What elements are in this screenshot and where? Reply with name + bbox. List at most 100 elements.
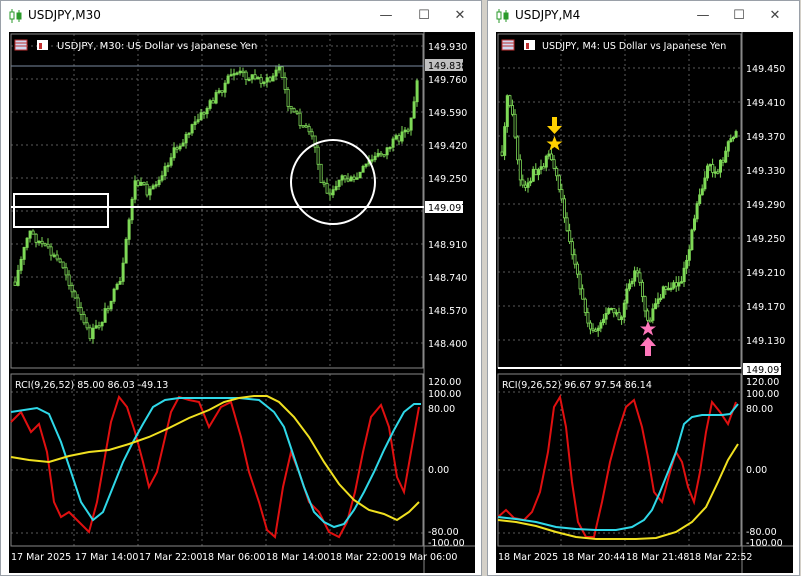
candle-body — [721, 159, 725, 163]
candle-body — [521, 179, 525, 186]
candle-body — [91, 327, 95, 340]
candle-body — [604, 313, 608, 320]
candle-body — [638, 272, 642, 283]
price-axis-label: 148.400 — [428, 339, 467, 350]
time-axis-label: 19 Mar 06:00 — [394, 552, 457, 563]
chart-canvas[interactable]: USDJPY, M4: US Dollar vs Japanese Yen 14… — [496, 32, 793, 573]
candle-body — [609, 307, 613, 311]
candle-body — [653, 303, 657, 310]
candle-body — [591, 328, 595, 331]
indicator-axis-label: 100.00 — [428, 389, 461, 400]
candle-body — [379, 152, 383, 156]
candle-body — [355, 177, 359, 180]
candle-body — [115, 283, 119, 290]
candle-body — [503, 126, 507, 156]
candle-body — [409, 117, 413, 131]
window-title: USDJPY,M4 — [515, 8, 581, 22]
candlestick-series — [500, 94, 738, 337]
candle-body — [640, 281, 644, 297]
candle-body — [352, 176, 356, 180]
candle-body — [316, 146, 320, 165]
candle-body — [570, 241, 574, 256]
chart-window-m30[interactable]: USDJPY,M30 — ☐ ✕ USDJPY, M30: US Dollar … — [0, 0, 482, 576]
candle-body — [97, 325, 101, 328]
candle-body — [711, 164, 715, 173]
candle-body — [394, 135, 398, 140]
minimize-button[interactable]: — — [373, 5, 399, 27]
close-button[interactable]: ✕ — [447, 5, 473, 27]
chart-canvas[interactable]: USDJPY, M30: US Dollar vs Japanese Yen 1… — [9, 32, 475, 573]
candle-body — [19, 258, 23, 271]
candle-body — [301, 125, 305, 128]
candle-body — [31, 230, 35, 235]
candle-body — [594, 329, 598, 332]
candle-body — [25, 237, 29, 248]
candle-body — [643, 296, 647, 312]
candle-body — [100, 321, 104, 327]
candle-body — [627, 283, 631, 290]
candle-body — [214, 92, 218, 104]
candle-body — [13, 281, 17, 286]
indicator-axis-labels: 120.00100.00 80.00 0.00 -80.00-100.00 — [428, 377, 465, 549]
candle-body — [576, 263, 580, 275]
candle-body — [557, 175, 561, 190]
candle-body — [217, 90, 221, 93]
candle-body — [325, 183, 329, 194]
candle-body — [199, 112, 203, 121]
level-price-label: 149.097 — [746, 365, 785, 376]
candle-body — [211, 100, 215, 104]
candle-body — [58, 258, 62, 263]
candle-body — [106, 308, 110, 311]
candle-body — [664, 286, 668, 290]
rci-short-line — [10, 394, 420, 539]
candle-body — [508, 95, 512, 106]
chart-candle-icon — [9, 9, 22, 23]
candle-body — [55, 254, 59, 260]
candle-body — [708, 164, 712, 167]
candle-body — [620, 316, 624, 321]
candle-body — [319, 163, 323, 184]
indicator-axis-label: 100.00 — [746, 389, 779, 400]
candle-body — [415, 80, 419, 103]
candle-body — [555, 167, 559, 177]
price-axis-label: 149.450 — [746, 64, 785, 75]
candle-body — [364, 163, 368, 167]
candle-body — [139, 182, 143, 186]
candle-body — [241, 70, 245, 74]
maximize-button[interactable]: ☐ — [726, 5, 752, 27]
candle-body — [79, 307, 83, 315]
candle-body — [34, 233, 38, 243]
candle-body — [523, 184, 527, 188]
candle-body — [148, 188, 152, 196]
candle-body — [76, 297, 80, 308]
rci-lines — [10, 394, 421, 539]
indicator-axis-label: 0.00 — [746, 465, 767, 476]
candle-body — [166, 164, 170, 168]
rci-lines — [497, 394, 739, 540]
maximize-button[interactable]: ☐ — [411, 5, 437, 27]
time-axis-label: 18 Mar 20:44 — [562, 552, 625, 563]
candle-body — [583, 298, 587, 313]
candle-body — [262, 81, 266, 85]
indicator-axis-label: 80.00 — [746, 404, 773, 415]
candle-body — [622, 302, 626, 318]
candle-body — [223, 82, 227, 93]
candle-body — [340, 175, 344, 181]
price-axis-label: 149.410 — [746, 98, 785, 109]
price-axis-label: 149.420 — [428, 141, 467, 152]
candle-body — [271, 75, 275, 82]
candle-body — [61, 261, 65, 269]
candle-body — [382, 154, 386, 157]
title-bar[interactable]: USDJPY,M30 — ☐ ✕ — [1, 1, 481, 32]
minimize-button[interactable]: — — [690, 5, 716, 27]
candle-body — [388, 146, 392, 150]
time-axis-label: 18 Mar 22:00 — [330, 552, 393, 563]
candle-body — [253, 74, 257, 80]
title-bar[interactable]: USDJPY,M4 — ☐ ✕ — [488, 1, 799, 32]
candle-body — [256, 77, 260, 80]
candle-body — [193, 121, 197, 125]
chart-window-m4[interactable]: USDJPY,M4 — ☐ ✕ USDJPY, M4: US Dollar vs… — [487, 0, 800, 576]
price-axis-label: 149.330 — [746, 166, 785, 177]
candle-body — [184, 133, 188, 144]
close-button[interactable]: ✕ — [762, 5, 788, 27]
